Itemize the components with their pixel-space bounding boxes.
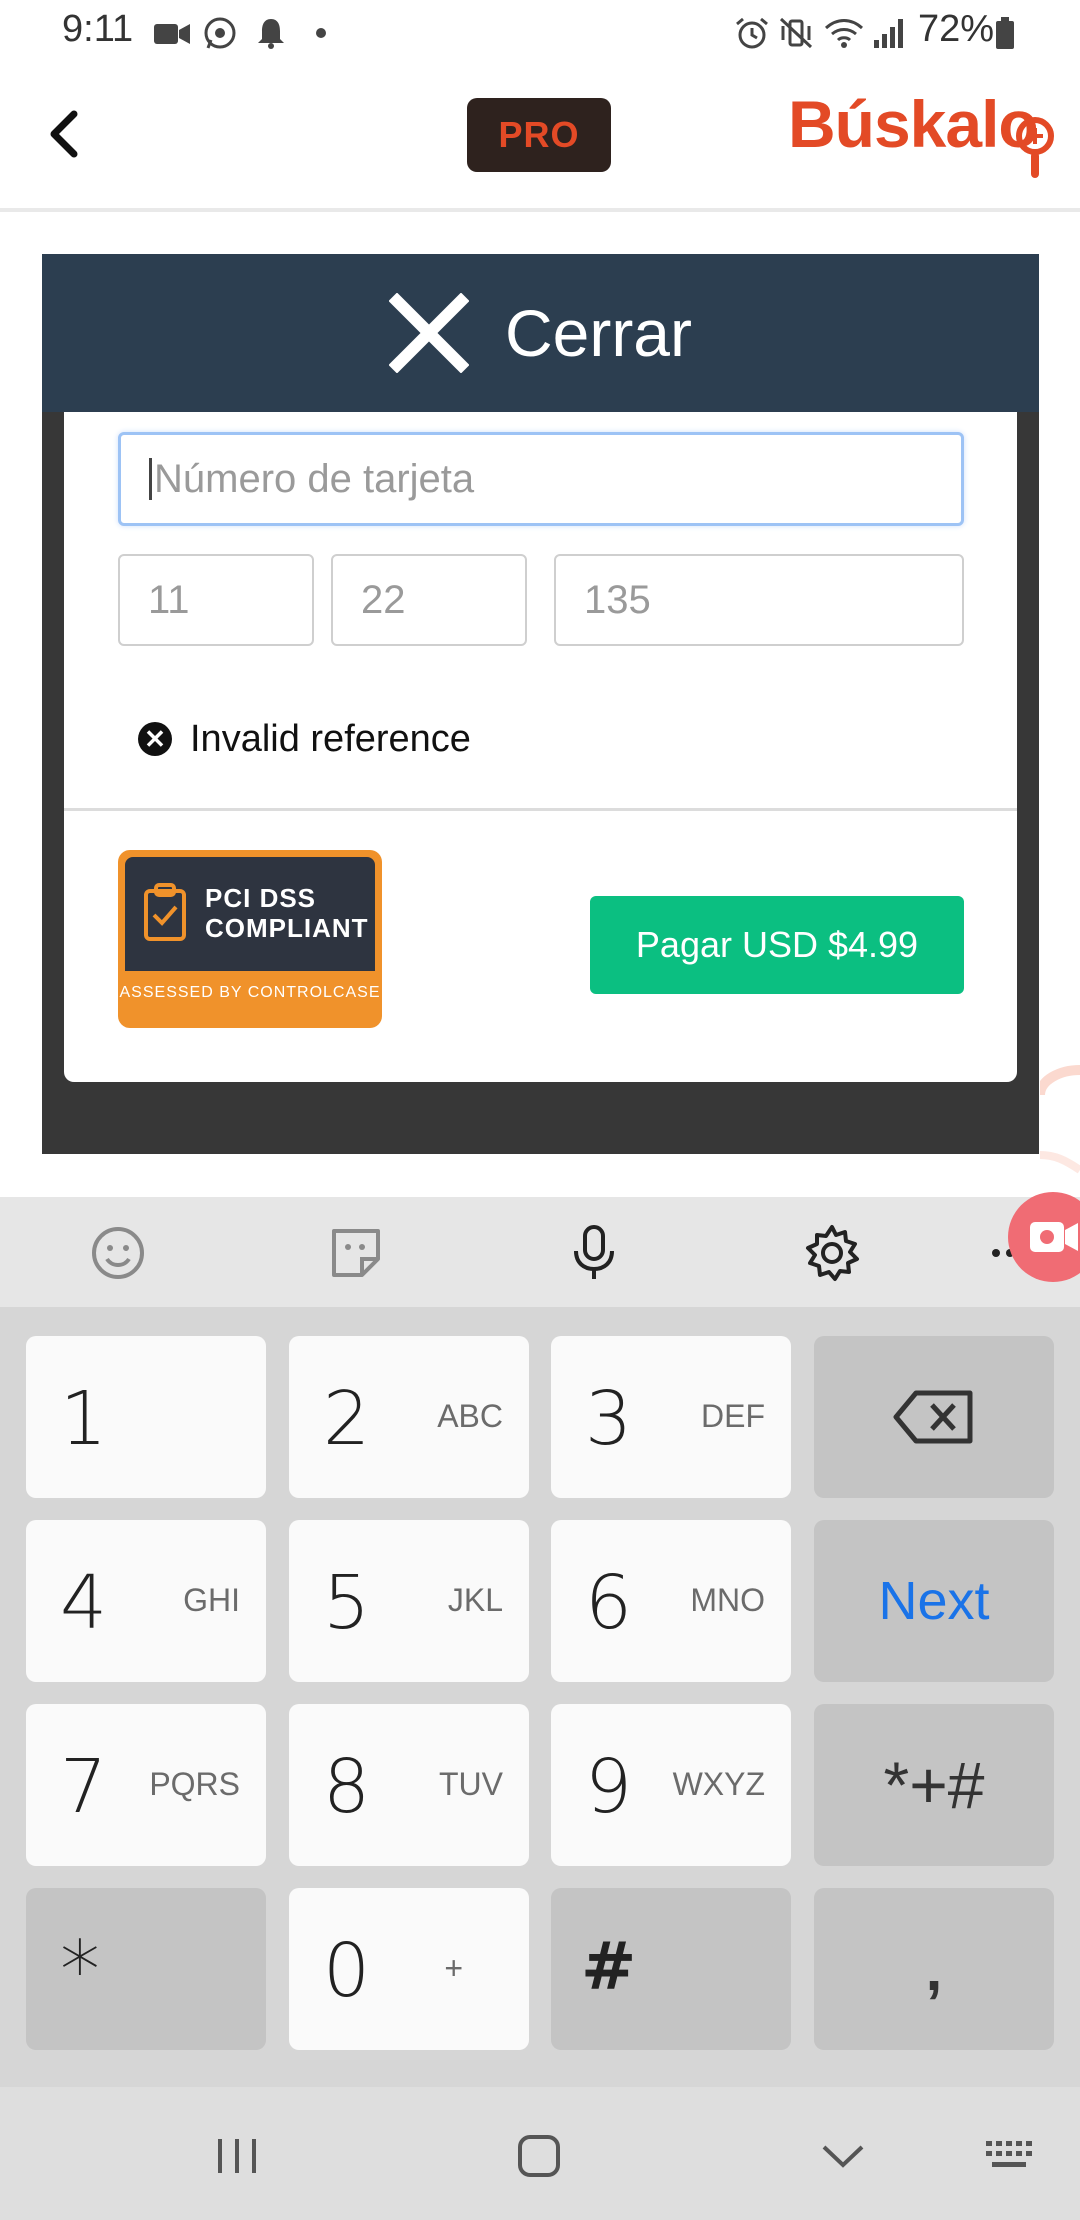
- error-message: ✕ Invalid reference: [138, 714, 471, 764]
- key-7-digit: 7: [60, 1744, 108, 1830]
- comma-key[interactable]: ,: [814, 1888, 1054, 2050]
- star-key-label: *: [60, 1924, 100, 2017]
- key-5-letters: JKL: [447, 1582, 503, 1618]
- key-1[interactable]: 1: [26, 1336, 266, 1498]
- star-key[interactable]: *: [26, 1888, 266, 2050]
- key-0-digit: 0: [323, 1928, 371, 2014]
- key-5[interactable]: 5 JKL: [289, 1520, 529, 1682]
- battery-percent: 72%: [918, 8, 995, 50]
- close-icon[interactable]: [388, 293, 469, 373]
- symbols-key-label: *+#: [883, 1748, 985, 1822]
- key-2-letters: ABC: [437, 1398, 503, 1434]
- keypad: 1 2 ABC 3 DEF 4 GHI 5 JKL 6 MNO Next 7 PQRS 8 T…: [0, 1307, 1080, 2087]
- home-icon[interactable]: [514, 2131, 564, 2181]
- error-text: Invalid reference: [190, 717, 471, 760]
- key-3-letters: DEF: [701, 1398, 765, 1434]
- hash-key-label: #: [581, 1928, 637, 2005]
- key-7[interactable]: 7 PQRS: [26, 1704, 266, 1866]
- key-4[interactable]: 4 GHI: [26, 1520, 266, 1682]
- key-8-digit: 8: [323, 1744, 371, 1830]
- key-2[interactable]: 2 ABC: [289, 1336, 529, 1498]
- key-8[interactable]: 8 TUV: [289, 1704, 529, 1866]
- back-arrow-icon[interactable]: [36, 104, 96, 164]
- key-6-digit: 6: [585, 1560, 633, 1646]
- key-7-letters: PQRS: [149, 1766, 240, 1802]
- keyboard-switch-icon[interactable]: [984, 2131, 1036, 2181]
- whatsapp-icon: [204, 17, 236, 49]
- close-label: Cerrar: [504, 296, 692, 370]
- emoji-icon[interactable]: [88, 1223, 148, 1283]
- key-4-digit: 4: [60, 1560, 108, 1646]
- signal-icon: [874, 19, 903, 48]
- backspace-key[interactable]: [814, 1336, 1054, 1498]
- key-6-letters: MNO: [690, 1582, 765, 1618]
- pci-subtitle: ASSESSED BY CONTROLCASE: [119, 984, 381, 1001]
- buskalo-logo: Búskalo: [788, 87, 1039, 161]
- key-0[interactable]: 0 +: [289, 1888, 529, 2050]
- card-number-input[interactable]: Número de tarjeta: [118, 432, 964, 526]
- notification-bell-icon: [258, 19, 284, 49]
- key-8-letters: TUV: [439, 1766, 503, 1802]
- settings-gear-icon[interactable]: [802, 1223, 862, 1283]
- next-key[interactable]: Next: [814, 1520, 1054, 1682]
- recent-apps-icon[interactable]: [212, 2131, 262, 2181]
- symbols-key[interactable]: *+#: [814, 1704, 1054, 1866]
- divider: [64, 808, 1017, 811]
- key-6[interactable]: 6 MNO: [551, 1520, 791, 1682]
- comma-key-label: ,: [925, 1935, 943, 2003]
- key-4-letters: GHI: [183, 1582, 240, 1618]
- logo-search-pin-icon: [1016, 117, 1054, 178]
- alarm-icon: [736, 17, 768, 49]
- expiry-month-input[interactable]: 11: [118, 554, 314, 646]
- system-navigation-bar: [0, 2087, 1080, 2220]
- expiry-year-placeholder: 22: [361, 577, 406, 622]
- key-1-digit: 1: [60, 1376, 108, 1462]
- key-0-letters: +: [444, 1950, 463, 1986]
- status-bar: 9:11 72%: [0, 0, 1080, 66]
- expiry-month-placeholder: 11: [148, 577, 190, 622]
- payment-card-form: Número de tarjeta 11 22 135 ✕ Invalid re…: [64, 412, 1017, 1082]
- video-camera-icon: [154, 24, 190, 44]
- expiry-year-input[interactable]: 22: [331, 554, 527, 646]
- pci-line2: COMPLIANT: [205, 913, 369, 943]
- text-caret: [149, 458, 152, 500]
- battery-icon: [996, 17, 1014, 49]
- more-dot-icon: [316, 28, 326, 38]
- cvv-input[interactable]: 135: [554, 554, 964, 646]
- vibrate-mute-icon: [779, 17, 813, 49]
- pci-line1: PCI DSS: [205, 883, 317, 913]
- screen-record-camera-icon: [1030, 1222, 1078, 1252]
- hash-key[interactable]: #: [551, 1888, 791, 2050]
- app-header: PRO Búskalo: [0, 66, 1080, 212]
- pci-dss-badge: PCI DSS COMPLIANT ASSESSED BY CONTROLCAS…: [118, 850, 382, 1028]
- error-x-icon: ✕: [138, 722, 172, 756]
- backspace-icon: [893, 1390, 973, 1444]
- modal-close-button[interactable]: Cerrar: [42, 254, 1039, 412]
- status-time: 9:11: [62, 8, 134, 50]
- key-9[interactable]: 9 WXYZ: [551, 1704, 791, 1866]
- card-number-placeholder: Número de tarjeta: [154, 456, 475, 501]
- key-9-digit: 9: [585, 1744, 633, 1830]
- keyboard-toolbar: [0, 1197, 1080, 1307]
- microphone-icon[interactable]: [564, 1223, 624, 1283]
- next-key-label: Next: [878, 1571, 990, 1631]
- numeric-keyboard: 1 2 ABC 3 DEF 4 GHI 5 JKL 6 MNO Next 7 PQRS 8 T…: [0, 1197, 1080, 2220]
- key-5-digit: 5: [323, 1560, 371, 1646]
- clipboard-check-icon: [144, 883, 186, 941]
- sticker-icon[interactable]: [326, 1223, 386, 1283]
- key-3[interactable]: 3 DEF: [551, 1336, 791, 1498]
- key-3-digit: 3: [585, 1376, 633, 1462]
- key-9-letters: WXYZ: [672, 1766, 765, 1802]
- pay-button[interactable]: Pagar USD $4.99: [590, 896, 964, 994]
- hide-keyboard-chevron-icon[interactable]: [818, 2131, 868, 2181]
- cvv-placeholder: 135: [584, 577, 651, 622]
- pro-badge[interactable]: PRO: [467, 98, 611, 172]
- wifi-icon: [824, 19, 864, 48]
- key-2-digit: 2: [323, 1376, 371, 1462]
- background-accent: [1035, 1060, 1080, 1180]
